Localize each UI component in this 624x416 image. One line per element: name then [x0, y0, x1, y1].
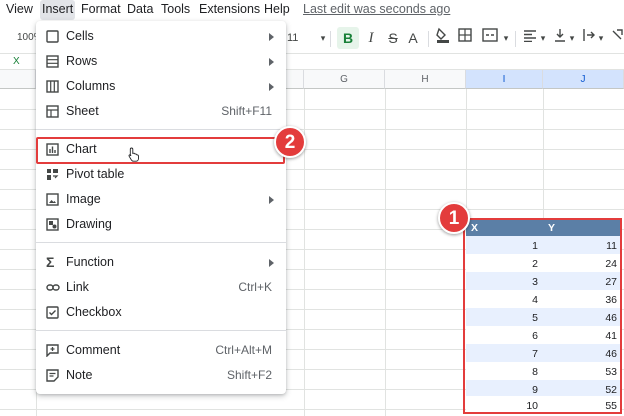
toolbar-divider: [428, 31, 429, 47]
fill-color-icon[interactable]: [435, 24, 451, 52]
chart-highlight-box: [36, 137, 285, 164]
image-icon: [46, 193, 59, 206]
menu-shortcut: Ctrl+K: [238, 280, 272, 294]
bold-button[interactable]: B: [337, 27, 359, 49]
menu-item-note[interactable]: Note Shift+F2: [36, 363, 286, 388]
menu-item-link[interactable]: Link Ctrl+K: [36, 275, 286, 300]
menu-help[interactable]: Help: [264, 0, 290, 20]
menu-item-comment[interactable]: Comment Ctrl+Alt+M: [36, 338, 286, 363]
font-size-caret-icon[interactable]: ▾: [318, 24, 328, 52]
step-1-badge: 1: [438, 202, 470, 234]
menu-divider: [36, 242, 286, 243]
merge-cells-icon[interactable]: [482, 24, 498, 52]
menu-item-label: Comment: [66, 343, 121, 357]
strikethrough-button[interactable]: S: [386, 24, 400, 52]
submenu-arrow-icon: [269, 58, 274, 66]
text-wrap-icon[interactable]: [582, 24, 596, 52]
menu-item-cells[interactable]: Cells: [36, 24, 286, 49]
menu-item-label: Columns: [66, 79, 116, 93]
sheet-icon: [46, 105, 59, 118]
columns-icon: [46, 80, 59, 93]
column-header-g[interactable]: G: [304, 70, 385, 89]
submenu-arrow-icon: [269, 259, 274, 267]
sigma-icon: Σ: [46, 254, 55, 270]
note-icon: [46, 369, 59, 382]
text-rotation-icon[interactable]: [610, 24, 624, 52]
column-header-j[interactable]: J: [543, 70, 624, 89]
menu-item-label: Pivot table: [66, 167, 125, 181]
menu-item-label: Link: [66, 280, 89, 294]
menu-item-function[interactable]: Σ Function: [36, 250, 286, 275]
menu-shortcut: Shift+F11: [221, 104, 272, 118]
font-size-input[interactable]: 11: [287, 24, 298, 52]
valign-caret-icon[interactable]: ▾: [567, 24, 577, 52]
menu-item-pivot-table[interactable]: Pivot table: [36, 162, 286, 187]
menu-insert[interactable]: Insert: [40, 0, 76, 20]
drawing-icon: [46, 218, 59, 231]
vertical-align-icon[interactable]: [553, 24, 567, 52]
pivot-table-icon: [46, 168, 59, 181]
menu-tools[interactable]: Tools: [161, 0, 190, 20]
column-header-h[interactable]: H: [385, 70, 466, 89]
menu-item-image[interactable]: Image: [36, 187, 286, 212]
link-icon: [46, 281, 60, 294]
menu-format[interactable]: Format: [81, 0, 121, 20]
menu-item-label: Cells: [66, 29, 94, 43]
menu-extensions[interactable]: Extensions: [199, 0, 260, 20]
text-color-button[interactable]: A: [406, 24, 420, 52]
select-all-corner[interactable]: [0, 70, 36, 89]
menu-item-sheet[interactable]: Sheet Shift+F11: [36, 99, 286, 124]
borders-icon[interactable]: [457, 24, 473, 52]
menu-bar: View Insert Format Data Tools Extensions…: [0, 0, 624, 20]
merge-caret-icon[interactable]: ▾: [501, 24, 511, 52]
rows-icon: [46, 55, 59, 68]
menu-data[interactable]: Data: [127, 0, 153, 20]
menu-item-label: Rows: [66, 54, 98, 68]
menu-item-rows[interactable]: Rows: [36, 49, 286, 74]
align-caret-icon[interactable]: ▾: [538, 24, 548, 52]
menu-shortcut: Ctrl+Alt+M: [215, 343, 272, 357]
submenu-arrow-icon: [269, 196, 274, 204]
menu-item-drawing[interactable]: Drawing: [36, 212, 286, 237]
column-header-i[interactable]: I: [466, 70, 543, 89]
cells-icon: [46, 30, 59, 43]
toolbar-divider: [515, 31, 516, 47]
menu-shortcut: Shift+F2: [226, 368, 272, 382]
menu-item-label: Sheet: [66, 104, 99, 118]
name-box[interactable]: X: [13, 54, 20, 69]
last-edit-link[interactable]: Last edit was seconds ago: [303, 0, 450, 19]
menu-item-label: Image: [66, 192, 101, 206]
toolbar-divider: [330, 31, 331, 47]
menu-item-label: Function: [66, 255, 114, 269]
data-highlight-box: [463, 218, 622, 414]
horizontal-align-icon[interactable]: [522, 24, 538, 52]
wrap-caret-icon[interactable]: ▾: [596, 24, 606, 52]
checkbox-icon: [46, 306, 59, 319]
menu-item-label: Note: [66, 368, 93, 382]
menu-divider: [36, 330, 286, 331]
menu-divider: [36, 129, 286, 130]
submenu-arrow-icon: [269, 83, 274, 91]
step-2-badge: 2: [274, 126, 306, 158]
submenu-arrow-icon: [269, 33, 274, 41]
italic-button[interactable]: I: [364, 24, 378, 52]
sheets-window: View Insert Format Data Tools Extensions…: [0, 0, 624, 416]
menu-item-label: Drawing: [66, 217, 112, 231]
insert-menu: Cells Rows Columns Sheet Shift+F11 Chart…: [36, 21, 286, 394]
menu-view[interactable]: View: [6, 0, 33, 20]
menu-item-checkbox[interactable]: Checkbox: [36, 300, 286, 325]
menu-item-label: Checkbox: [66, 305, 122, 319]
comment-icon: [46, 344, 59, 358]
menu-item-columns[interactable]: Columns: [36, 74, 286, 99]
